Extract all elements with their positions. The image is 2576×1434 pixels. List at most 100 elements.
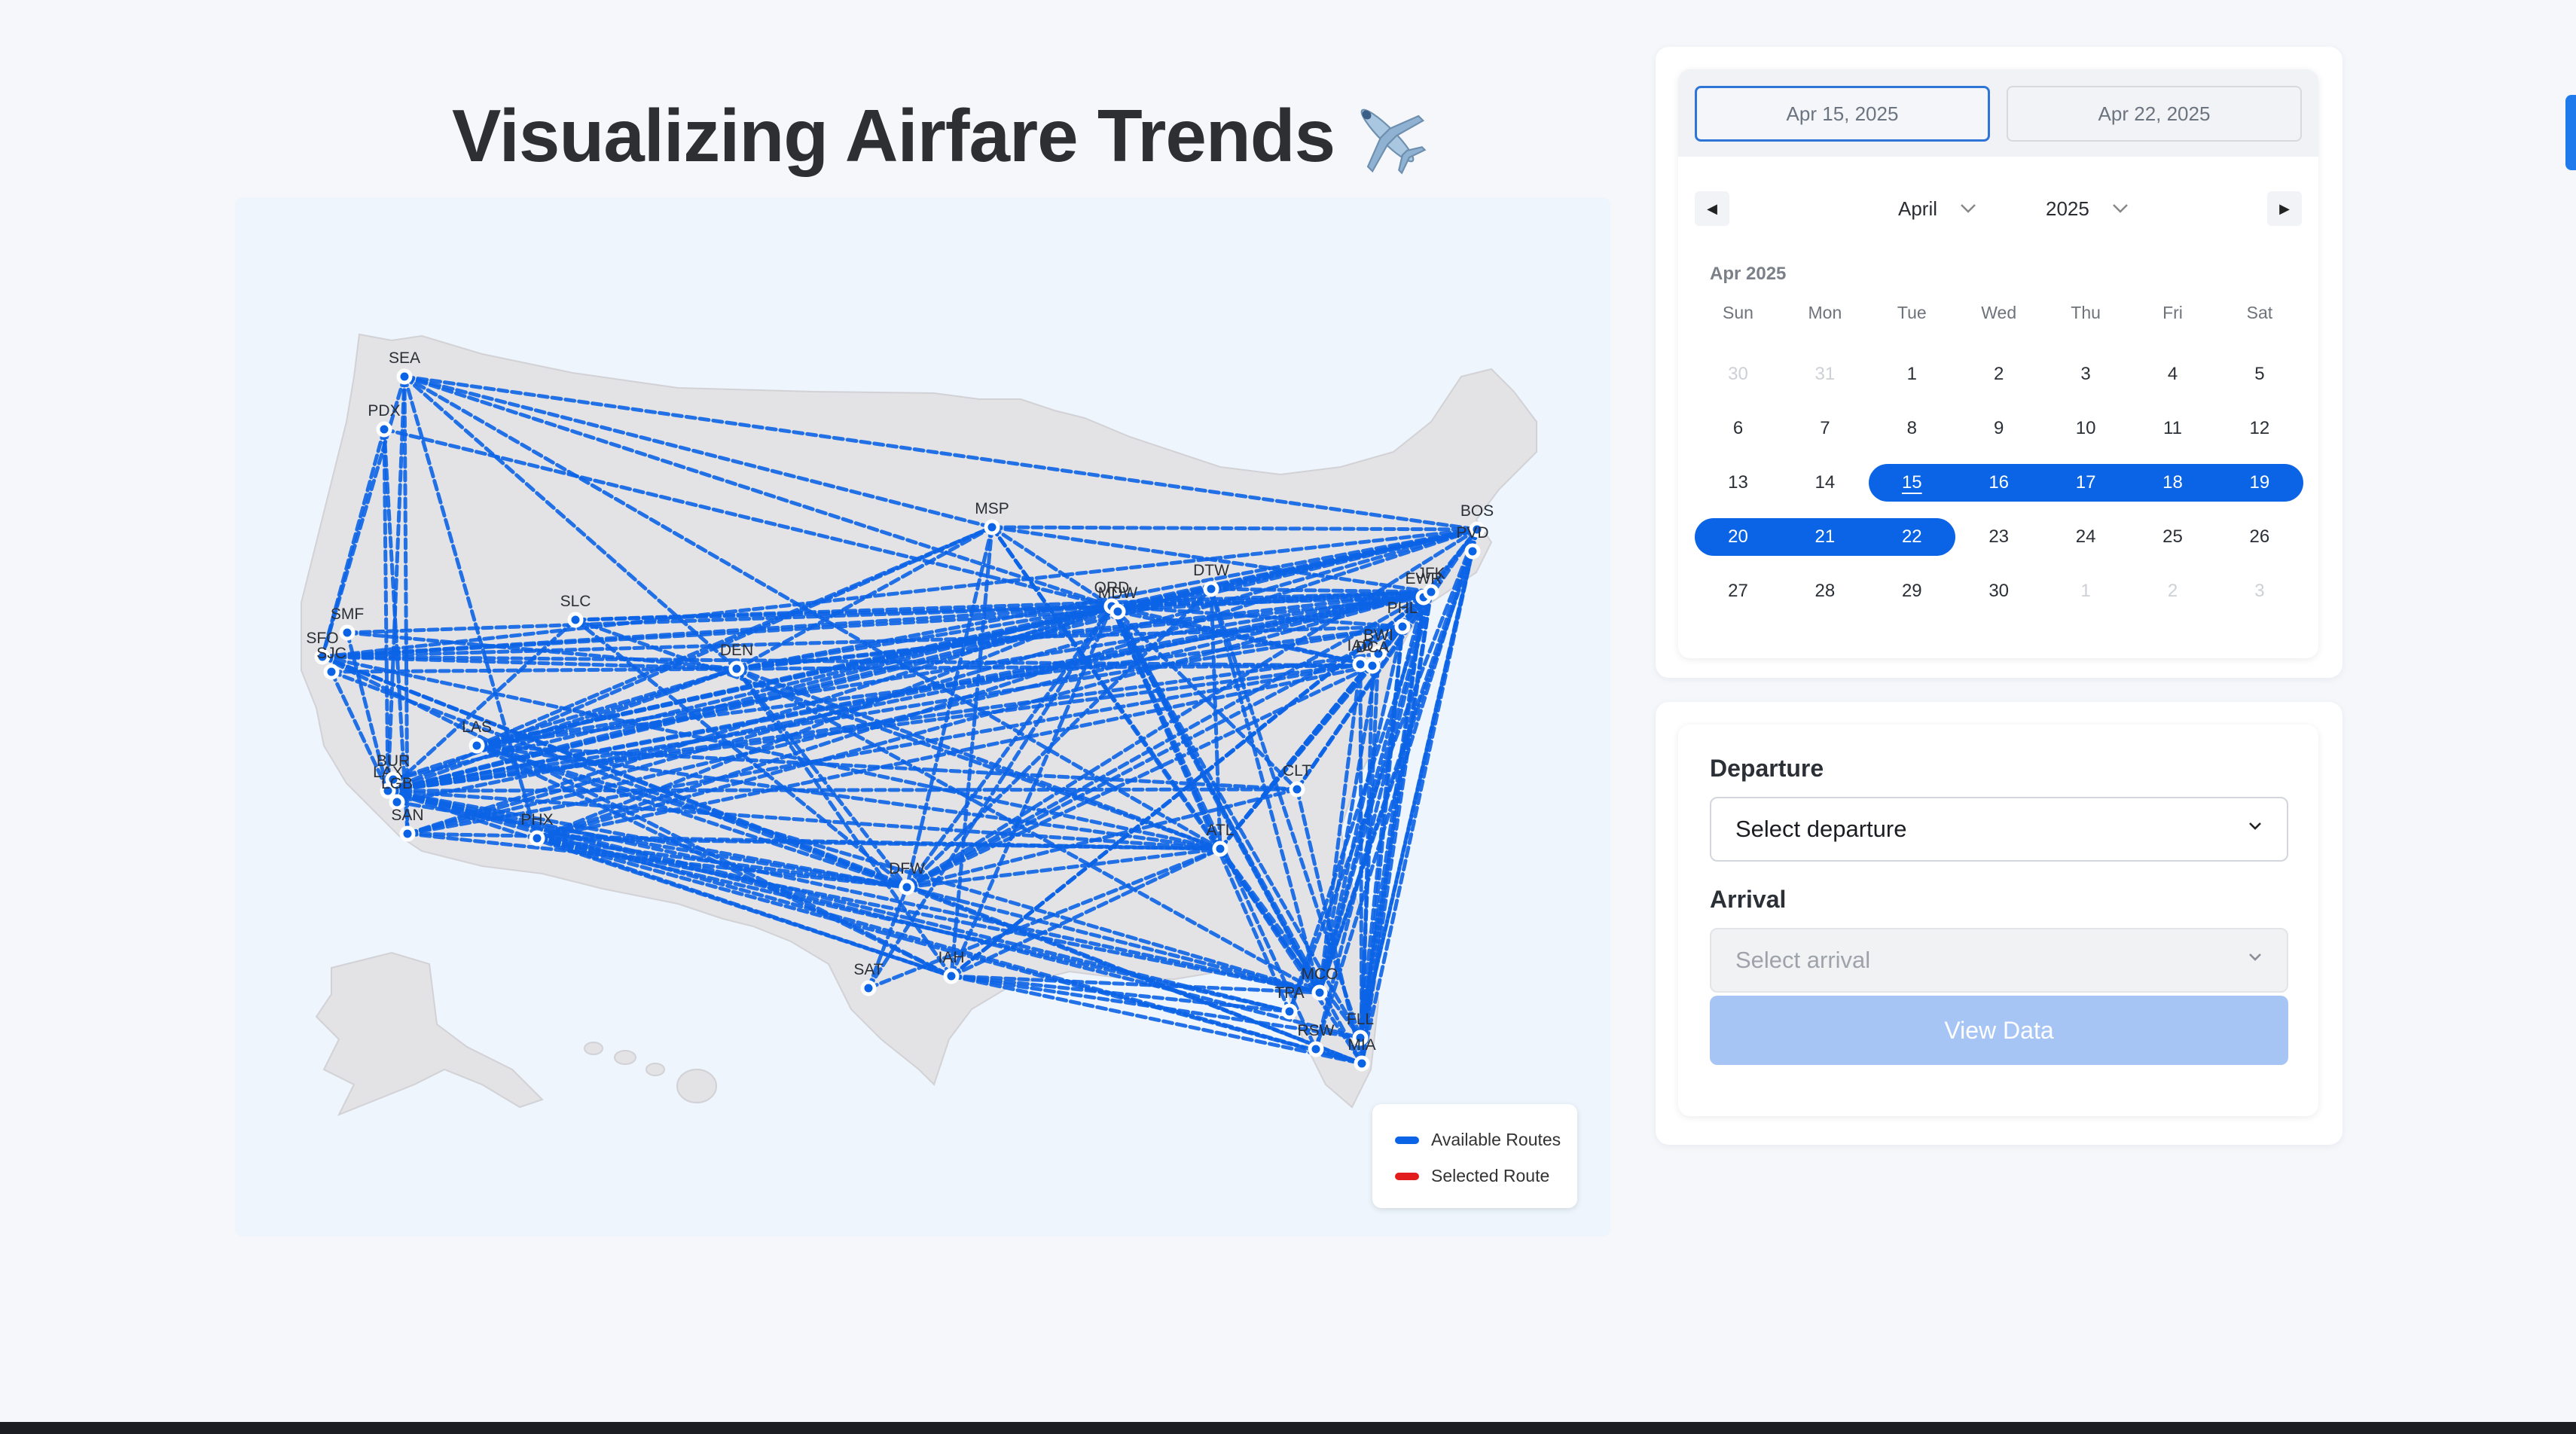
airport-code-label: RSW (1298, 1022, 1335, 1039)
airport-marker[interactable] (339, 624, 356, 641)
departure-select-value: Select departure (1735, 816, 1907, 842)
airport-marker[interactable] (860, 980, 877, 996)
airport-marker[interactable] (376, 421, 392, 438)
calendar-day[interactable]: 5 (2216, 355, 2303, 393)
calendar-day[interactable]: 13 (1695, 464, 1781, 502)
calendar-day-number: 2 (1994, 364, 2004, 384)
airport-marker[interactable] (323, 664, 340, 680)
route-line-iad-mia[interactable] (1358, 662, 1364, 1066)
weekday-header: Sun (1723, 303, 1753, 322)
calendar-day[interactable]: 15 (1869, 464, 1955, 502)
departure-select[interactable]: Select departure (1710, 797, 2288, 862)
route-map-svg[interactable]: SEAPDXSMFSFOSJCLAXBURLGBSANLASSLCPHXDENM… (235, 197, 1610, 1237)
calendar-day[interactable]: 18 (2129, 464, 2216, 502)
airport-code-label: TPA (1274, 984, 1304, 1002)
calendar-day[interactable]: 10 (2043, 410, 2129, 447)
airport-marker[interactable] (1394, 618, 1411, 635)
calendar-day[interactable]: 11 (2129, 410, 2216, 447)
scrollbar-thumb[interactable] (2565, 95, 2576, 170)
airport-marker[interactable] (567, 612, 584, 628)
chevron-down-icon (1961, 204, 1976, 213)
airport-marker[interactable] (899, 879, 915, 895)
airport-marker[interactable] (399, 825, 416, 842)
calendar-day[interactable]: 27 (1695, 572, 1781, 610)
calendar-day[interactable]: 4 (2129, 355, 2216, 393)
airport-marker[interactable] (1423, 584, 1439, 600)
airport-marker[interactable] (469, 737, 485, 754)
calendar-day-number: 6 (1732, 418, 1744, 438)
airport-marker[interactable] (529, 830, 545, 847)
calendar-day[interactable]: 9 (1955, 410, 2042, 447)
calendar-day[interactable]: 21 (1781, 518, 1868, 556)
page-title: Visualizing Airfare Trends (452, 93, 1335, 177)
airport-marker[interactable] (1203, 581, 1219, 597)
calendar-day[interactable]: 22 (1869, 518, 1955, 556)
legend-available-label: Available Routes (1431, 1130, 1561, 1149)
airport-marker[interactable] (1109, 603, 1126, 620)
arrival-select[interactable]: Select arrival (1710, 928, 2288, 993)
calendar-day[interactable]: 26 (2216, 518, 2303, 556)
calendar-day[interactable]: 2 (1955, 355, 2042, 393)
airport-code-label: CLT (1283, 762, 1311, 780)
arrival-label: Arrival (1710, 886, 1787, 913)
calendar-day[interactable]: 28 (1781, 572, 1868, 610)
airport-marker[interactable] (728, 661, 745, 677)
airport-marker[interactable] (1364, 658, 1381, 674)
caret-right-icon: ▶ (2279, 200, 2290, 216)
calendar-day-number: 17 (2075, 472, 2096, 493)
prev-month-button[interactable]: ◀ (1695, 191, 1729, 226)
legend-selected-label: Selected Route (1431, 1166, 1550, 1185)
month-select[interactable]: April (1898, 191, 1976, 226)
calendar-day[interactable]: 3 (2043, 355, 2129, 393)
calendar-day-number: 24 (2075, 526, 2096, 547)
calendar-day[interactable]: 30 (1955, 572, 2042, 610)
start-date-input[interactable]: Apr 15, 2025 (1695, 86, 1990, 142)
airport-marker[interactable] (1352, 656, 1369, 673)
route-line-iah-tpa[interactable] (949, 974, 1292, 1014)
calendar-day[interactable]: 25 (2129, 518, 2216, 556)
airport-marker[interactable] (1354, 1055, 1370, 1072)
weekday-header: Thu (2071, 303, 2101, 322)
airport-code-label: SEA (389, 349, 420, 367)
chevron-down-icon (2249, 822, 2261, 830)
calendar-day[interactable]: 23 (1955, 518, 2042, 556)
airport-code-label: SAN (391, 807, 423, 824)
calendar-day[interactable]: 24 (2043, 518, 2129, 556)
calendar-day[interactable]: 14 (1781, 464, 1868, 502)
calendar-day[interactable]: 8 (1869, 410, 1955, 447)
date-inputs-bar: Apr 15, 2025 Apr 22, 2025 (1678, 69, 2318, 157)
view-data-button[interactable]: View Data (1710, 996, 2288, 1065)
airport-code-label: IAH (938, 949, 964, 966)
route-map[interactable]: SEA PDX SMF SFO SJC LAX BUR LGB SAN LAS SLC PHX DEN M… (235, 197, 1610, 1237)
calendar-day[interactable]: 16 (1955, 464, 2042, 502)
next-month-button[interactable]: ▶ (2267, 191, 2302, 226)
calendar-day[interactable]: 19 (2216, 464, 2303, 502)
airport-marker[interactable] (1311, 984, 1328, 1001)
calendar-day[interactable]: 7 (1781, 410, 1868, 447)
airport-marker[interactable] (943, 968, 960, 984)
calendar-day-outside-month: 31 (1781, 355, 1868, 393)
calendar-day[interactable]: 29 (1869, 572, 1955, 610)
calendar-day[interactable]: 17 (2043, 464, 2129, 502)
airport-marker[interactable] (396, 368, 413, 385)
airport-marker[interactable] (1464, 543, 1481, 560)
end-date-input[interactable]: Apr 22, 2025 (2007, 86, 2302, 142)
weekday-header: Tue (1897, 303, 1927, 322)
calendar-day[interactable]: 6 (1695, 410, 1781, 447)
calendar-day-number: 20 (1728, 526, 1748, 547)
airport-marker[interactable] (1289, 781, 1305, 798)
calendar-day-number: 16 (1988, 472, 2010, 493)
calendar-day[interactable]: 12 (2216, 410, 2303, 447)
route-line-lax-clt[interactable] (386, 787, 1299, 793)
calendar-day[interactable]: 1 (1869, 355, 1955, 393)
calendar-day[interactable]: 20 (1695, 518, 1781, 556)
airport-marker[interactable] (1212, 841, 1228, 857)
year-select[interactable]: 2025 (2046, 191, 2129, 226)
airport-code-label: PHX (520, 811, 553, 828)
route-line-msp-bos[interactable] (990, 525, 1479, 532)
window-bottom-edge (0, 1422, 2576, 1434)
airport-marker[interactable] (1281, 1003, 1298, 1020)
airport-marker[interactable] (1308, 1041, 1324, 1057)
airport-marker[interactable] (984, 519, 1000, 535)
calendar-day-number: 2 (2167, 581, 2178, 601)
